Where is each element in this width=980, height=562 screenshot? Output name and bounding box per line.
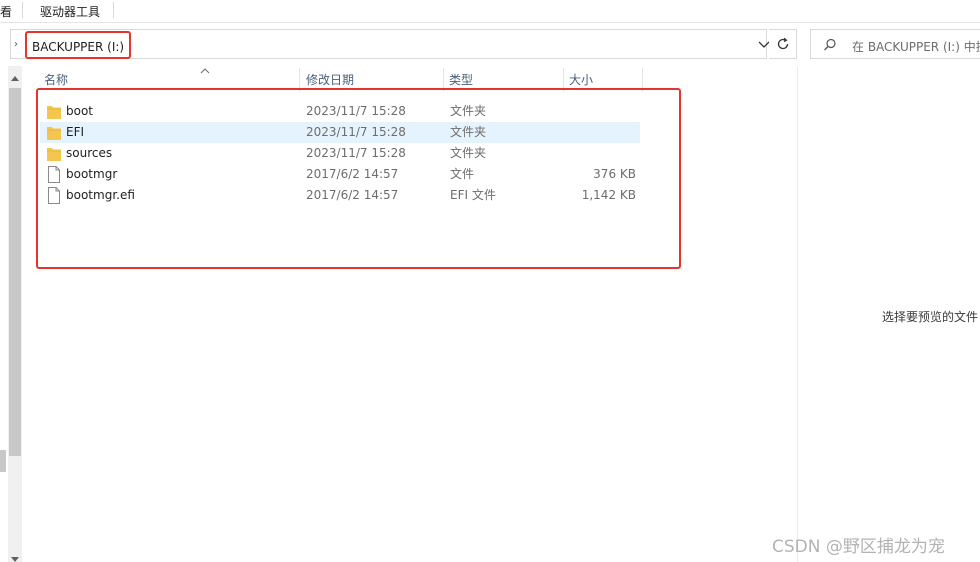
refresh-icon [777,37,788,50]
ribbon-divider [22,2,23,18]
search-input[interactable]: 在 BACKUPPER (I:) 中搜 [810,29,980,59]
scrollbar-thumb[interactable] [9,88,21,456]
watermark: CSDN @野区捕龙为宠 [772,537,945,557]
search-placeholder: 在 BACKUPPER (I:) 中搜 [852,40,980,54]
preview-pane-divider[interactable] [797,66,798,562]
vertical-scrollbar[interactable] [8,66,22,562]
scroll-down-icon[interactable] [11,552,19,562]
search-icon [823,38,837,55]
ribbon-tab-view[interactable]: 看 [0,3,12,20]
refresh-button[interactable] [769,29,797,59]
scroll-up-icon[interactable] [11,70,19,84]
nav-pane-scroll-thumb[interactable] [0,450,6,472]
file-explorer-window: 看 驱动器工具 › BACKUPPER (I:) 在 BACKUPPER (I:… [0,0,980,562]
breadcrumb-chevron-icon[interactable]: › [14,39,18,50]
address-path-highlighted[interactable]: BACKUPPER (I:) [25,31,132,59]
ribbon: 看 驱动器工具 [0,0,980,23]
preview-message: 选择要预览的文件 [882,310,979,324]
address-row: › BACKUPPER (I:) 在 BACKUPPER (I:) 中搜 [0,29,980,61]
file-list-highlight-box [36,88,681,269]
ribbon-tab-drive-tools[interactable]: 驱动器工具 [40,3,100,20]
sort-ascending-icon [200,63,210,77]
address-bar[interactable]: › BACKUPPER (I:) [10,29,770,59]
ribbon-divider [113,2,114,18]
